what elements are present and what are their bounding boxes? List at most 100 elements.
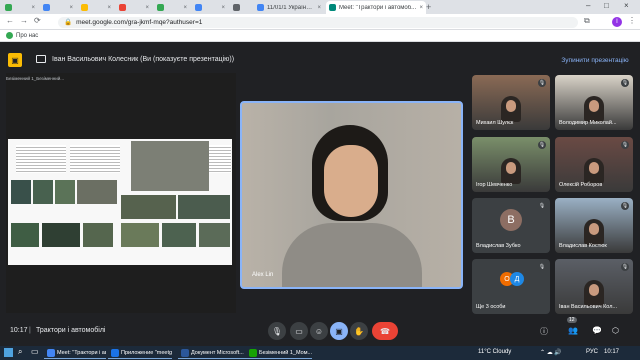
taskbar-app[interactable]: Безіменний 1_Мом...	[246, 347, 312, 359]
muted-mic-icon: 🎙	[538, 141, 546, 149]
windows-start-icon[interactable]	[4, 348, 13, 357]
mic-icon: 🎙	[271, 326, 283, 336]
language-indicator[interactable]: РУС	[586, 349, 598, 355]
taskbar-clock[interactable]: 10:17	[604, 349, 619, 355]
app-icon	[111, 348, 119, 357]
hand-icon: ✋	[354, 326, 364, 336]
raise-hand-button[interactable]: ✋	[350, 322, 368, 340]
browser-tab[interactable]: ×	[154, 1, 190, 14]
back-icon[interactable]: ←	[6, 16, 14, 25]
task-view-icon[interactable]: ▭	[31, 347, 39, 356]
app-icon	[181, 348, 189, 357]
stop-presenting-button[interactable]: Зупинити презентацію	[558, 55, 632, 67]
end-call-button[interactable]: ☎	[372, 322, 398, 340]
main-speaker-name: Alex Lin	[252, 272, 274, 278]
taskbar-app-label: Безіменний 1_Мом...	[259, 349, 312, 356]
people-icon[interactable]: 👥	[568, 326, 578, 335]
shared-screen	[6, 73, 236, 313]
tab-close-icon[interactable]: ×	[145, 5, 149, 11]
tab-close-icon[interactable]: ×	[317, 5, 321, 11]
tab-label: 11/01/1 Україна – календар – ...	[267, 4, 315, 11]
taskbar-app-label: Документ Microsoft...	[191, 349, 244, 356]
participant-name: Владислав Зубко	[476, 243, 521, 249]
info-icon[interactable]: ⓘ	[540, 326, 548, 337]
muted-mic-icon: 🎙	[538, 79, 546, 87]
present-icon: ▣	[335, 326, 343, 336]
people-count-badge: 12	[567, 317, 577, 323]
browser-tab[interactable]: Meet: "Трактори і автомоб... ×	[326, 1, 426, 14]
tab-close-icon[interactable]: ×	[183, 5, 187, 11]
doc-image	[162, 223, 196, 247]
participant-tile[interactable]: 🎙 Володимир Миколай...	[555, 75, 633, 130]
participant-name: Михаил Шулєк	[476, 120, 514, 126]
url-text: meet.google.com/gra-jkmf-mqe?authuser=1	[76, 18, 203, 26]
participant-tile[interactable]: 🎙 Михаил Шулєк	[472, 75, 550, 130]
doc-image	[42, 223, 80, 247]
bookmarks-bar: Про нас	[0, 30, 640, 42]
new-tab-button[interactable]: +	[426, 2, 431, 12]
browser-tab[interactable]: ×	[116, 1, 152, 14]
chat-icon[interactable]: 💬	[592, 326, 602, 335]
presenter-title: Іван Васильович Колесник (Ви (показуєте …	[52, 56, 235, 63]
participant-tile[interactable]: 🎙 Владислав Костюк	[555, 198, 633, 253]
forward-icon[interactable]: →	[20, 16, 28, 25]
doc-figure-tractor	[131, 141, 209, 191]
extensions-icon[interactable]: ⧉	[584, 16, 590, 26]
participant-name: Олексій Роборов	[559, 182, 603, 188]
participant-tile[interactable]: О Д 🎙 Ще 3 особи	[472, 259, 550, 314]
profile-avatar[interactable]: I	[612, 17, 622, 27]
mic-toggle-button[interactable]: 🎙	[268, 322, 286, 340]
participant-tile[interactable]: В 🎙 Владислав Зубко	[472, 198, 550, 253]
activities-icon[interactable]: ⬡	[612, 326, 619, 335]
tab-close-icon[interactable]: ×	[31, 5, 35, 11]
menu-icon[interactable]: ⋮	[628, 16, 636, 25]
tab-favicon-icon	[257, 4, 264, 11]
meet-app-icon: ▣	[8, 53, 22, 67]
doc-image	[11, 223, 39, 247]
close-window-icon[interactable]: ×	[624, 1, 629, 10]
taskbar-app[interactable]: Приложение "meetg...	[108, 347, 172, 359]
participant-video	[501, 96, 521, 122]
participant-tile[interactable]: 🎙 Ігор Шевченко	[472, 137, 550, 192]
doc-image	[121, 223, 159, 247]
browser-tab[interactable]: ×	[192, 1, 228, 14]
tab-close-icon[interactable]: ×	[221, 5, 225, 11]
participant-video	[584, 219, 604, 245]
taskbar-app[interactable]: Meet: "Трактори і авт...	[44, 347, 106, 359]
bookmark-item[interactable]: Про нас	[16, 33, 38, 39]
present-button[interactable]: ▣	[330, 322, 348, 340]
separator: |	[29, 327, 31, 334]
app-icon	[47, 348, 55, 357]
browser-tab[interactable]: 11/01/1 Україна – календар – ...×	[254, 1, 324, 14]
emoji-button[interactable]: ☺	[310, 322, 328, 340]
tab-close-icon[interactable]: ×	[69, 5, 73, 11]
muted-mic-icon: 🎙	[621, 202, 629, 210]
doc-image	[77, 180, 117, 204]
reload-icon[interactable]: ⟳	[34, 16, 41, 25]
tab-close-icon[interactable]: ×	[107, 5, 111, 11]
participant-face	[506, 100, 516, 112]
camera-icon: ▭	[295, 326, 303, 336]
phone-hangup-icon: ☎	[380, 326, 390, 336]
maximize-icon[interactable]: □	[604, 1, 609, 10]
browser-tab[interactable]: ×	[78, 1, 114, 14]
tray-icons[interactable]: ⌃ ☁ 🔊	[540, 349, 562, 356]
participant-tile[interactable]: 🎙 Олексій Роборов	[555, 137, 633, 192]
speaker-face	[324, 145, 378, 217]
search-icon[interactable]: ⌕	[18, 347, 22, 357]
browser-tab[interactable]: ×	[40, 1, 76, 14]
minimize-icon[interactable]: –	[586, 1, 590, 10]
taskbar-app[interactable]: Документ Microsoft...	[178, 347, 248, 359]
weather-text[interactable]: 11°C Cloudy	[478, 349, 511, 355]
tab-favicon-icon	[329, 4, 336, 11]
participant-face	[589, 100, 599, 112]
camera-toggle-button[interactable]: ▭	[290, 322, 308, 340]
tab-close-icon[interactable]: ×	[419, 5, 423, 11]
participant-avatar: В	[500, 209, 522, 231]
tab-favicon-icon	[5, 4, 12, 11]
url-input[interactable]: 🔒 meet.google.com/gra-jkmf-mqe?authuser=…	[58, 16, 578, 28]
browser-tab[interactable]: ×	[2, 1, 38, 14]
participant-tile[interactable]: 🎙 Іван Васильович Кол...	[555, 259, 633, 314]
tab-favicon-icon	[43, 4, 50, 11]
main-speaker-video[interactable]	[240, 101, 463, 289]
